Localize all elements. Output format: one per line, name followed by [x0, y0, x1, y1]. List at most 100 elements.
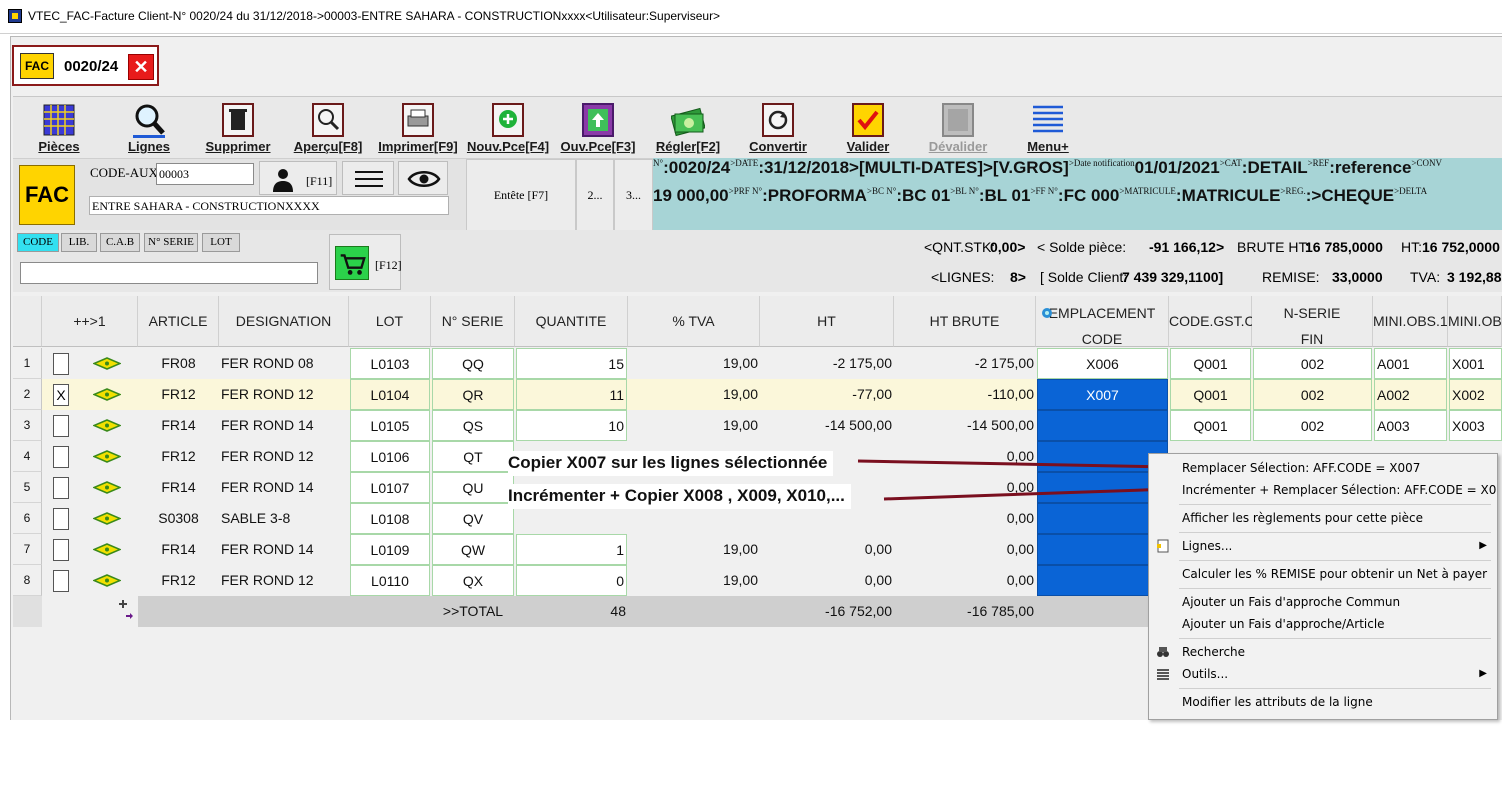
cell-serie[interactable]: QT [432, 441, 514, 472]
cell-quantite[interactable]: 10 [516, 410, 627, 441]
ouv-pce-button[interactable]: Ouv.Pce[F3] [554, 99, 642, 157]
cell-mini-obs[interactable]: X001 [1449, 348, 1502, 379]
cell-ht[interactable]: -14 500,00 [760, 410, 894, 441]
row-checkbox[interactable] [53, 539, 69, 561]
cell-lot[interactable]: L0106 [350, 441, 430, 472]
row-checkbox[interactable] [53, 415, 69, 437]
table-row[interactable]: 1 FR08 FER ROND 08 L0103 QQ 15 19,00 -2 … [13, 348, 1502, 379]
menu-item-lignes[interactable]: Lignes... ▶ [1149, 535, 1497, 557]
cell-ht-brute[interactable]: 0,00 [894, 503, 1036, 534]
search-tab-lib[interactable]: LIB. [61, 233, 97, 252]
col-header-select[interactable]: ++>1 [42, 296, 138, 347]
cell-quantite[interactable]: 15 [516, 348, 627, 379]
cell-lot[interactable]: L0108 [350, 503, 430, 534]
cell-designation[interactable]: FER ROND 14 [219, 410, 349, 441]
cell-quantite[interactable]: 11 [516, 379, 627, 410]
cell-emplacement[interactable]: X006 [1037, 348, 1168, 379]
search-input[interactable] [20, 262, 318, 284]
menu-item-recherche[interactable]: Recherche [1149, 641, 1497, 663]
tab-2[interactable]: 2... [576, 159, 614, 231]
cell-lot[interactable]: L0103 [350, 348, 430, 379]
cell-article[interactable]: FR12 [138, 379, 219, 410]
menu-item-increment-replace[interactable]: Incrémenter + Remplacer Sélection: AFF.C… [1149, 479, 1497, 501]
cell-serie[interactable]: QQ [432, 348, 514, 379]
cell-ht[interactable]: 0,00 [760, 565, 894, 596]
col-header-ht-brute[interactable]: HT BRUTE [894, 296, 1036, 347]
table-row[interactable]: 2 X FR12 FER ROND 12 L0104 QR 11 19,00 -… [13, 379, 1502, 410]
row-checkbox[interactable] [53, 446, 69, 468]
cell-serie[interactable]: QX [432, 565, 514, 596]
cell-code-gst[interactable]: Q001 [1170, 379, 1251, 410]
regler-button[interactable]: Régler[F2] [644, 99, 732, 157]
col-header-nserie[interactable]: N-SERIE FIN [1252, 296, 1373, 347]
cell-mini-obs1[interactable]: A003 [1374, 410, 1447, 441]
cell-tva[interactable]: 19,00 [628, 534, 760, 565]
row-checkbox[interactable] [53, 477, 69, 499]
cell-article[interactable]: FR14 [138, 534, 219, 565]
col-header-lot[interactable]: LOT [349, 296, 431, 347]
client-lookup-button[interactable]: [F11] [259, 161, 337, 195]
cell-ht-brute[interactable]: -14 500,00 [894, 410, 1036, 441]
cell-ht[interactable]: 0,00 [760, 534, 894, 565]
add-row-cell[interactable] [42, 596, 138, 627]
cell-lot[interactable]: L0104 [350, 379, 430, 410]
cell-article[interactable]: FR14 [138, 410, 219, 441]
cell-serie[interactable]: QW [432, 534, 514, 565]
row-checkbox[interactable]: X [53, 384, 69, 406]
col-header-article[interactable]: ARTICLE [138, 296, 219, 347]
apercu-button[interactable]: Aperçu[F8] [284, 99, 372, 157]
menu-item-modify-attributes[interactable]: Modifier les attributs de la ligne [1149, 691, 1497, 713]
cell-designation[interactable]: FER ROND 12 [219, 379, 349, 410]
cell-serie[interactable]: QR [432, 379, 514, 410]
add-to-cart-button[interactable]: [F12] [329, 234, 402, 290]
cell-article[interactable]: S0308 [138, 503, 219, 534]
cell-lot[interactable]: L0109 [350, 534, 430, 565]
cell-article[interactable]: FR12 [138, 565, 219, 596]
cell-designation[interactable]: FER ROND 14 [219, 534, 349, 565]
menu-item-fais-commun[interactable]: Ajouter un Fais d'approche Commun [1149, 591, 1497, 613]
cell-article[interactable]: FR08 [138, 348, 219, 379]
cell-designation[interactable]: FER ROND 08 [219, 348, 349, 379]
nouv-pce-button[interactable]: Nouv.Pce[F4] [464, 99, 552, 157]
cell-designation[interactable]: SABLE 3-8 [219, 503, 349, 534]
cell-mini-obs1[interactable]: A002 [1374, 379, 1447, 410]
col-header-tva[interactable]: % TVA [628, 296, 760, 347]
cell-ht[interactable]: -77,00 [760, 379, 894, 410]
devalider-button[interactable]: Dévalider [914, 99, 1002, 157]
cell-quantite[interactable]: 0 [516, 565, 627, 596]
table-row[interactable]: 3 FR14 FER ROND 14 L0105 QS 10 19,00 -14… [13, 410, 1502, 441]
tab-entete[interactable]: Entête [F7] [466, 159, 576, 231]
cell-tva[interactable]: 19,00 [628, 565, 760, 596]
col-header-quantite[interactable]: QUANTITE [515, 296, 628, 347]
view-button[interactable] [398, 161, 448, 195]
cell-nserie[interactable]: 002 [1253, 379, 1372, 410]
pieces-button[interactable]: Pièces [15, 99, 103, 157]
cell-tva[interactable]: 19,00 [628, 379, 760, 410]
cell-serie[interactable]: QV [432, 503, 514, 534]
cell-lot[interactable]: L0105 [350, 410, 430, 441]
col-header-code-gst[interactable]: CODE.GST.C [1169, 296, 1255, 347]
cell-code-gst[interactable]: Q001 [1170, 348, 1251, 379]
cell-article[interactable]: FR12 [138, 441, 219, 472]
col-header-ht[interactable]: HT [760, 296, 894, 347]
col-header-emplacement[interactable]: EMPLACEMENT CODE [1036, 296, 1169, 347]
document-tab[interactable]: FAC 0020/24 ✕ [12, 45, 159, 86]
cell-ht-brute[interactable]: -110,00 [894, 379, 1036, 410]
imprimer-button[interactable]: Imprimer[F9] [374, 99, 462, 157]
menu-item-outils[interactable]: Outils... ▶ [1149, 663, 1497, 685]
col-header-mini-obs[interactable]: MINI.OB [1448, 296, 1502, 347]
tab-3[interactable]: 3... [614, 159, 653, 231]
search-tab-code[interactable]: CODE [17, 233, 59, 252]
lignes-button[interactable]: Lignes [105, 99, 193, 157]
search-tab-lot[interactable]: LOT [202, 233, 240, 252]
cell-emplacement[interactable]: X007 [1037, 379, 1168, 410]
cell-lot[interactable]: L0107 [350, 472, 430, 503]
col-header-serie[interactable]: N° SERIE [431, 296, 515, 347]
supprimer-button[interactable]: Supprimer [194, 99, 282, 157]
row-checkbox[interactable] [53, 570, 69, 592]
cell-tva[interactable]: 19,00 [628, 348, 760, 379]
convertir-button[interactable]: Convertir [734, 99, 822, 157]
menu-item-fais-article[interactable]: Ajouter un Fais d'approche/Article [1149, 613, 1497, 635]
options-menu-button[interactable] [342, 161, 394, 195]
cell-ht-brute[interactable]: 0,00 [894, 565, 1036, 596]
